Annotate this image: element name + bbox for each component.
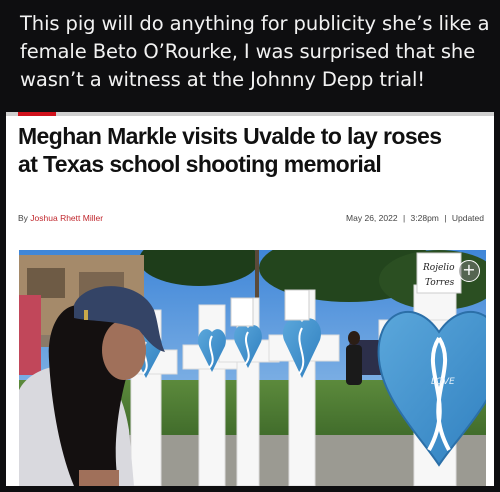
author-link[interactable]: Joshua Rhett Miller [30,213,103,223]
separator: | [402,213,406,223]
article-headline[interactable]: Meghan Markle visits Uvalde to lay roses… [18,122,458,178]
cross-name-line2: Torres [425,278,455,288]
svg-text:LOVE: LOVE [431,377,455,387]
article-photo[interactable]: LOVE Rojelio Torres [19,250,486,486]
publish-time: 3:28pm [410,213,439,223]
plus-icon[interactable]: + [458,260,480,282]
separator: | [444,213,447,223]
section-tag [18,112,56,116]
byline-prefix: By [18,213,28,223]
publish-date: May 26, 2022 [346,213,398,223]
post-caption: This pig will do anything for publicity … [20,12,490,91]
cross-name-line1: Rojelio [422,263,455,273]
dateline: May 26, 2022 | 3:28pm | Updated [346,213,484,223]
header-strip [6,112,494,116]
byline: By Joshua Rhett Miller [18,213,103,223]
article-card[interactable]: Meghan Markle visits Uvalde to lay roses… [6,112,494,486]
updated-label: Updated [451,213,484,223]
